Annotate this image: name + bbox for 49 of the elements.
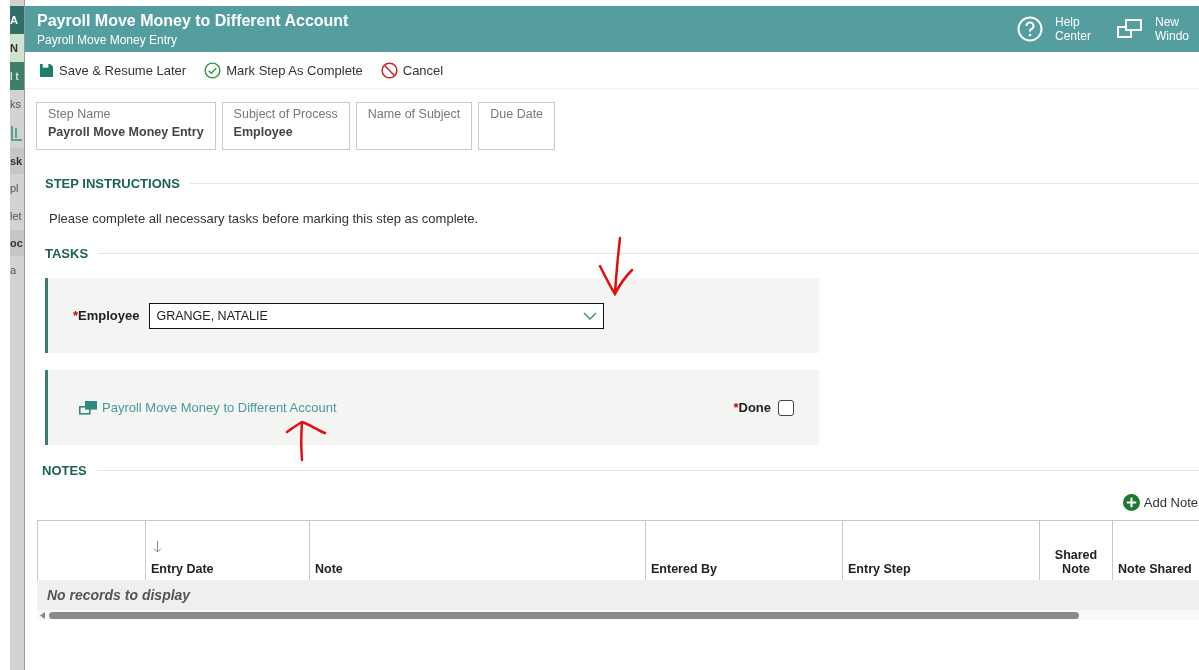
toolbar-button[interactable]: Mark Step As Complete — [204, 61, 363, 79]
toolbar-button[interactable]: Save & Resume Later — [39, 62, 187, 78]
toolbar-button[interactable]: Cancel — [380, 61, 444, 79]
instructions-text: Please complete all necessary tasks before marking this step as complete. — [48, 211, 480, 226]
background-text: let — [10, 210, 22, 222]
column-header[interactable]: Shared Note — [1045, 548, 1107, 576]
window-subtitle: Payroll Move Money Entry — [37, 32, 179, 47]
info-value: Payroll Move Money Entry — [48, 125, 204, 139]
chart-icon — [10, 124, 22, 142]
column-header[interactable]: Entry Date — [151, 562, 304, 576]
windows-icon — [1117, 19, 1143, 39]
section-heading: STEP INSTRUCTIONS — [45, 176, 180, 191]
column-header[interactable]: Entered By — [651, 562, 837, 576]
section-heading: TASKS — [45, 246, 89, 261]
help-icon — [1017, 16, 1043, 42]
plus-circle-icon — [1122, 494, 1140, 511]
done-label: *Done — [733, 400, 771, 415]
column-header[interactable]: Note Shared — [1118, 562, 1199, 576]
done-checkbox[interactable] — [778, 399, 794, 416]
window-title: Payroll Move Money to Different Account — [37, 11, 350, 30]
sort-arrow-icon[interactable] — [153, 541, 162, 553]
background-text: l t — [10, 70, 19, 82]
annotation-arrow — [285, 418, 329, 462]
employee-dropdown[interactable]: GRANGE, NATALIE — [149, 302, 605, 329]
background-text: oc — [10, 237, 23, 249]
background-text: pl — [10, 182, 19, 194]
add-note-button[interactable]: Add Note — [1122, 494, 1198, 511]
annotation-arrow — [598, 236, 634, 298]
windows-icon — [79, 400, 97, 415]
info-label: Due Date — [490, 107, 544, 121]
background-text: A — [10, 14, 18, 26]
column-header[interactable]: Note — [315, 562, 640, 576]
scroll-left-icon[interactable] — [40, 611, 45, 619]
background-text: sk — [10, 155, 23, 167]
chevron-down-icon — [583, 311, 598, 320]
background-text: ks — [10, 98, 21, 110]
background-text: a — [10, 264, 17, 276]
background-text: N — [10, 42, 18, 54]
horizontal-scrollbar[interactable] — [37, 610, 1199, 620]
info-label: Subject of Process — [233, 107, 338, 121]
column-header[interactable]: Entry Step — [848, 562, 1034, 576]
employee-label: *Employee — [73, 308, 140, 323]
info-label: Name of Subject — [367, 107, 461, 121]
check-circle-icon — [204, 61, 222, 79]
info-label: Step Name — [48, 107, 112, 121]
info-value: Employee — [233, 125, 294, 139]
empty-message: No records to display — [47, 587, 191, 603]
section-heading: NOTES — [42, 463, 87, 478]
prohibited-icon — [380, 61, 398, 79]
